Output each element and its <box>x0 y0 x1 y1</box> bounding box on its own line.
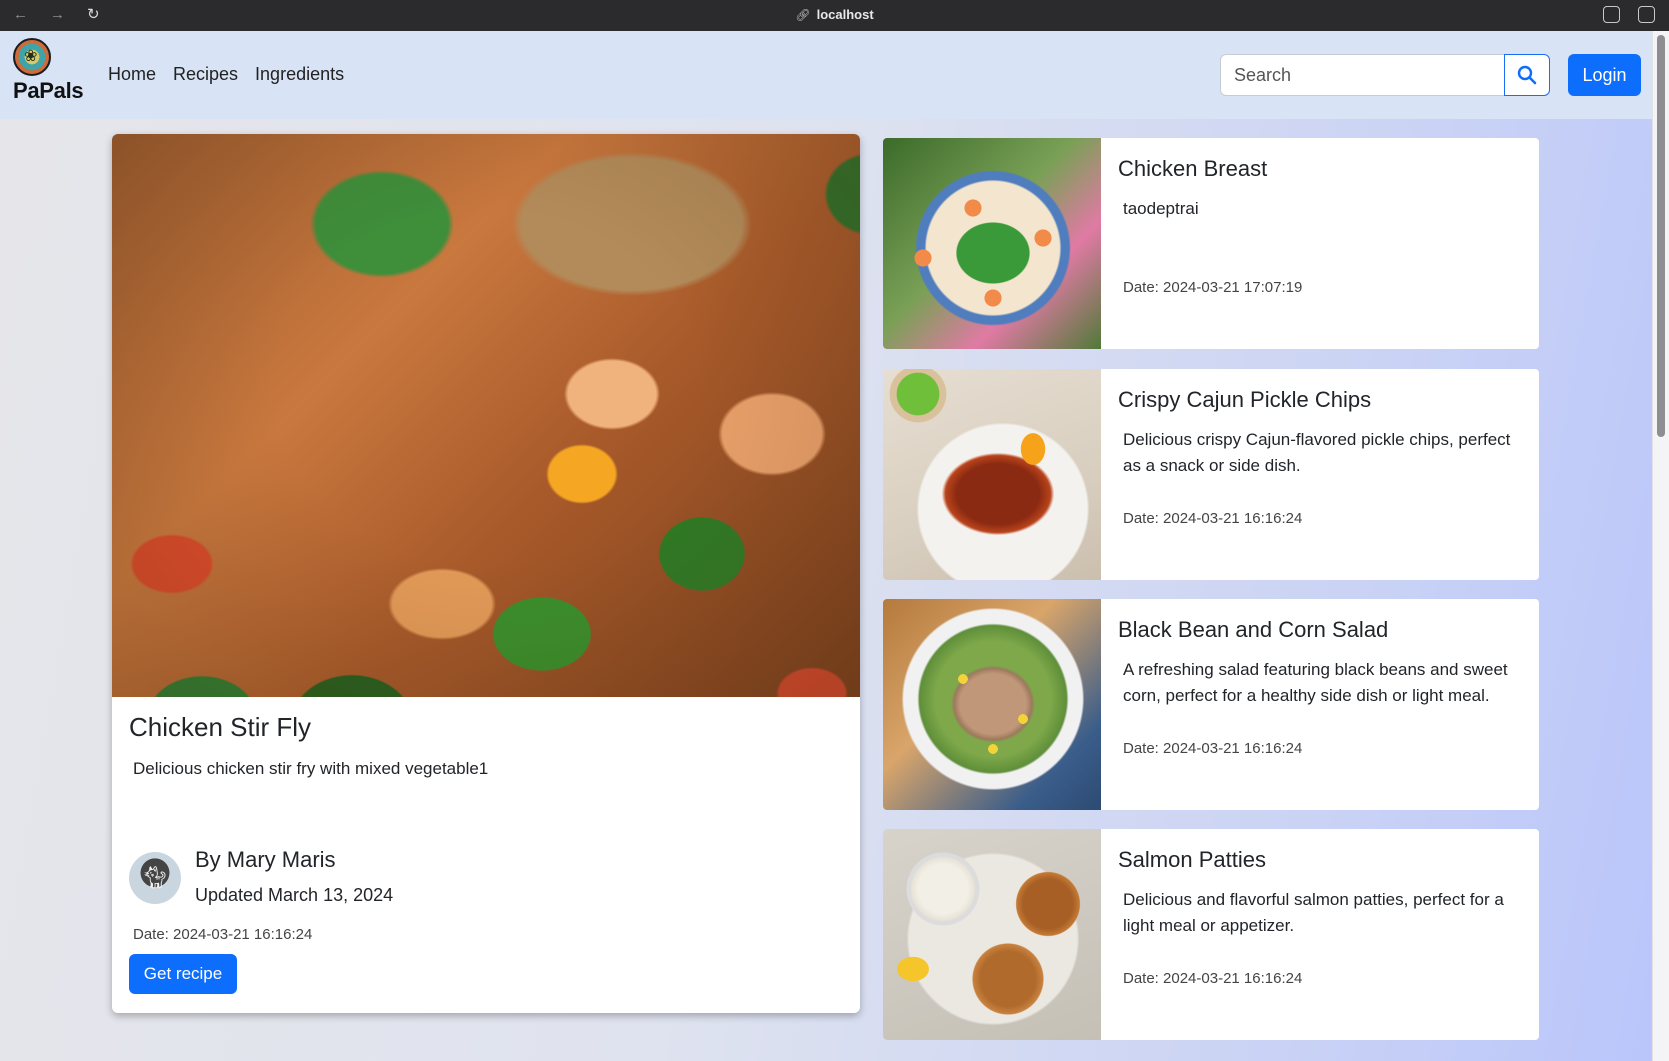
sidebar-toggle-icon[interactable] <box>1638 6 1655 23</box>
recipe-title: Chicken Breast <box>1118 156 1268 181</box>
recipe-image[interactable] <box>883 599 1101 810</box>
scrollbar-thumb[interactable] <box>1657 35 1665 437</box>
recipe-title: Black Bean and Corn Salad <box>1118 617 1389 642</box>
author-avatar: 🐈︎ <box>129 852 181 904</box>
recipe-description: Delicious and flavorful salmon patties, … <box>1123 890 1504 935</box>
search-button[interactable] <box>1504 54 1550 96</box>
navbar: ❀ PaPals Home Recipes Ingredients Login <box>0 31 1652 119</box>
nav-link-ingredients[interactable]: Ingredients <box>255 64 344 85</box>
nav-link-recipes[interactable]: Recipes <box>173 64 238 85</box>
recipe-description: taodeptrai <box>1123 199 1199 218</box>
recipe-description: Delicious crispy Cajun-flavored pickle c… <box>1123 430 1511 475</box>
search-form <box>1220 54 1550 96</box>
recipe-date: Date: 2024-03-21 17:07:19 <box>1123 279 1303 296</box>
get-recipe-button[interactable]: Get recipe <box>129 954 237 994</box>
login-button[interactable]: Login <box>1568 54 1641 96</box>
recipe-date: Date: 2024-03-21 16:16:24 <box>1123 970 1303 987</box>
featured-recipe-card: Chicken Stir Fly Delicious chicken stir … <box>112 134 860 1013</box>
recipe-title: Salmon Patties <box>1118 847 1266 872</box>
recipe-card[interactable]: Crispy Cajun Pickle Chips Delicious cris… <box>883 369 1539 580</box>
brand-name: PaPals <box>13 78 84 103</box>
browser-toolbar: ← → ↻ 🔗︎ localhost <box>0 0 1669 31</box>
featured-recipe-image[interactable] <box>112 134 860 697</box>
link-icon: 🔗︎ <box>795 8 811 22</box>
recipe-image[interactable] <box>883 369 1101 580</box>
nav-link-home[interactable]: Home <box>108 64 156 85</box>
featured-recipe-date: Date: 2024-03-21 16:16:24 <box>133 926 313 943</box>
featured-recipe-title: Chicken Stir Fly <box>129 712 312 742</box>
recipe-date: Date: 2024-03-21 16:16:24 <box>1123 740 1303 757</box>
cat-icon: 🐈︎ <box>141 865 169 890</box>
recipe-date: Date: 2024-03-21 16:16:24 <box>1123 510 1303 527</box>
url-text: localhost <box>816 7 874 22</box>
nav-links: Home Recipes Ingredients <box>108 64 344 85</box>
recipe-image[interactable] <box>883 138 1101 349</box>
recipe-description: A refreshing salad featuring black beans… <box>1123 660 1508 705</box>
featured-recipe-description: Delicious chicken stir fry with mixed ve… <box>133 759 489 778</box>
recipe-card[interactable]: Chicken Breast taodeptrai Date: 2024-03-… <box>883 138 1539 349</box>
extension-icon[interactable] <box>1603 6 1620 23</box>
recipe-card[interactable]: Salmon Patties Delicious and flavorful s… <box>883 829 1539 1040</box>
author-name: By Mary Maris <box>195 847 336 872</box>
search-icon <box>1517 65 1537 85</box>
search-input[interactable] <box>1220 54 1504 96</box>
recipe-image[interactable] <box>883 829 1101 1040</box>
updated-date: Updated March 13, 2024 <box>195 885 394 905</box>
scrollbar[interactable] <box>1652 31 1669 1061</box>
recipe-card[interactable]: Black Bean and Corn Salad A refreshing s… <box>883 599 1539 810</box>
page-viewport: ❀ PaPals Home Recipes Ingredients Login … <box>0 31 1669 1061</box>
papals-logo: ❀ <box>13 38 51 76</box>
brand[interactable]: ❀ PaPals <box>13 38 93 104</box>
recipe-title: Crispy Cajun Pickle Chips <box>1118 387 1372 412</box>
address-bar[interactable]: 🔗︎ localhost <box>0 7 1669 22</box>
